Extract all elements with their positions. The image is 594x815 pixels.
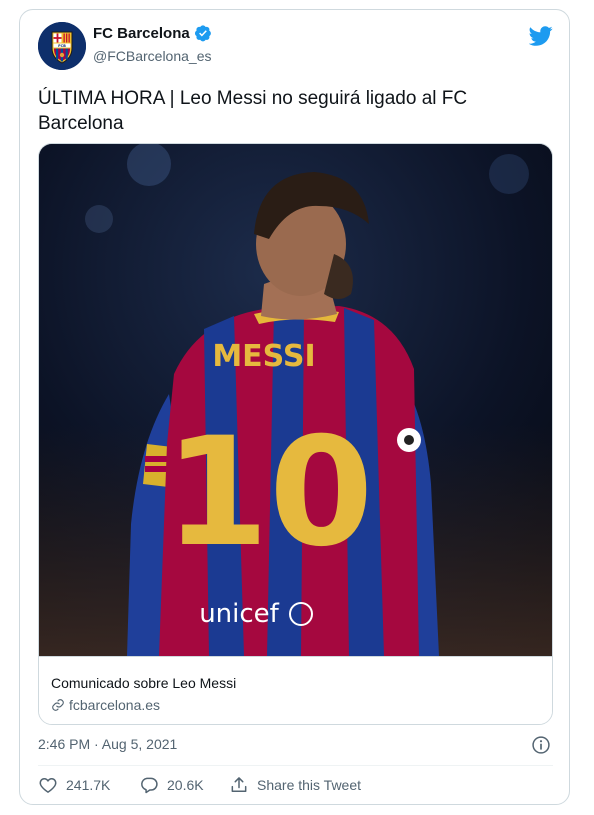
account-handle[interactable]: @FCBarcelona_es bbox=[93, 48, 212, 64]
link-domain-text: fcbarcelona.es bbox=[69, 697, 161, 713]
divider bbox=[38, 765, 553, 766]
sponsor-text: unicef bbox=[199, 599, 279, 629]
crest-letters: FCB bbox=[58, 44, 66, 48]
tweet-text: ÚLTIMA HORA | Leo Messi no seguirá ligad… bbox=[38, 88, 468, 134]
link-title: Comunicado sobre Leo Messi bbox=[51, 675, 237, 691]
reply-button[interactable]: 20.6K bbox=[139, 775, 204, 795]
reply-bubble-icon bbox=[141, 777, 158, 794]
share-button[interactable]: Share this Tweet bbox=[229, 775, 361, 795]
avatar[interactable]: FCB bbox=[38, 22, 86, 70]
tweet-timestamp[interactable]: 2:46 PM · Aug 5, 2021 bbox=[38, 736, 177, 752]
link-icon bbox=[52, 699, 64, 711]
link-domain: fcbarcelona.es bbox=[51, 697, 160, 713]
link-meta[interactable]: Comunicado sobre Leo Messi fcbarcelona.e… bbox=[39, 656, 552, 724]
shirt-number: 10 bbox=[165, 406, 374, 580]
like-count: 241.7K bbox=[66, 777, 111, 793]
tweet-card: FCB FC Barcelona @FCBarcelona_es ÚLTIMA … bbox=[19, 9, 570, 805]
share-label: Share this Tweet bbox=[257, 777, 362, 793]
account-name[interactable]: FC Barcelona bbox=[93, 25, 190, 42]
share-upload-icon bbox=[231, 777, 247, 792]
reply-count: 20.6K bbox=[167, 777, 204, 793]
fcb-crest-icon: FCB bbox=[38, 22, 86, 70]
twitter-bird-icon[interactable] bbox=[529, 24, 553, 48]
verified-badge-icon bbox=[194, 25, 211, 42]
link-preview-card[interactable]: MESSI 10 unicef Comunicado sobre Leo Mes… bbox=[38, 143, 553, 725]
heart-icon bbox=[39, 778, 57, 793]
account-name-row[interactable]: FC Barcelona bbox=[93, 24, 212, 42]
link-preview-image[interactable]: MESSI 10 unicef bbox=[39, 144, 552, 656]
shirt-name: MESSI bbox=[212, 339, 315, 374]
info-icon[interactable] bbox=[531, 735, 551, 755]
like-button[interactable]: 241.7K bbox=[38, 775, 110, 795]
